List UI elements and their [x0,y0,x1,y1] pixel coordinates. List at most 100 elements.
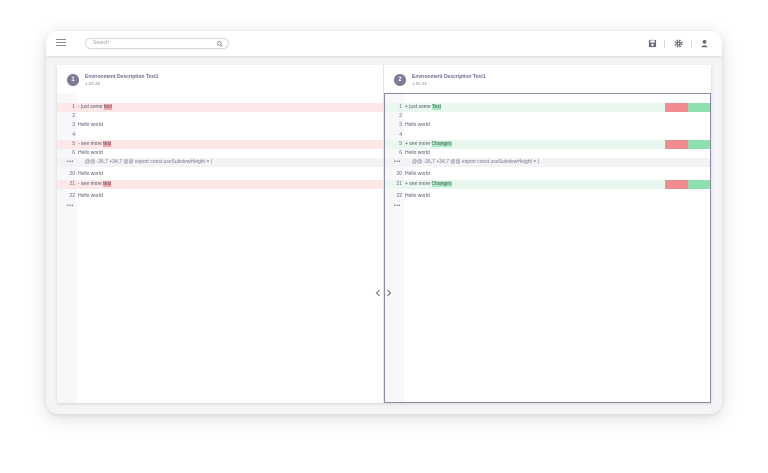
change-marker-added [688,140,711,149]
line-number: 2 [72,113,75,119]
ellipsis-icon[interactable]: ••• [67,158,74,167]
ellipsis-icon[interactable]: ••• [394,158,401,167]
diff-line: 6 Hello world [57,149,383,158]
removed-word-highlight: text [103,181,112,187]
hunk-text: @@ -35,7 +34,7 @@ export const useSubvie… [412,159,540,165]
code-text: Hello world [78,193,103,199]
ellipsis-icon[interactable]: ••• [67,202,74,211]
pane-version: 1.00.30 [85,81,101,86]
code-text: - see more [78,181,104,187]
line-code: Hello world [78,192,103,201]
line-code: Hello world [405,149,430,158]
added-word-highlight: Changes [431,181,452,187]
right-diff-pane: 2 Environment Description Test1 1.00.31 … [384,65,711,403]
hunk-text: @@ -35,7 +34,7 @@ export const useSubvie… [85,159,213,165]
line-number: 21 [69,181,75,187]
search-icon[interactable] [217,41,223,47]
diff-line: 4 [57,131,383,140]
diff-line: 22 Hello world [384,192,711,201]
diff-line: 5- see more text [57,140,383,149]
diff-line: 20 Hello world [384,170,711,179]
left-diff-pane: 1 Environment Description Test1 1.00.30 … [57,65,383,403]
diff-line: 6 Hello world [384,149,711,158]
chevron-left-icon[interactable] [375,289,381,297]
diff-line: 1- just some text [57,103,383,112]
pane-number-badge: 2 [394,74,406,86]
diff-line: 3 Hello world [57,121,383,130]
line-number: 4 [399,132,402,138]
diff-line: ••• [384,202,711,211]
line-code: Hello world [78,121,103,130]
code-text: Hello world [78,122,103,128]
line-number: 6 [399,150,402,156]
removed-word-highlight: text [103,104,112,110]
search-input[interactable]: Search [85,38,229,49]
hunk-header: ••• @@ -35,7 +34,7 @@ export const useSub… [384,158,711,167]
added-word-highlight: Changes [431,141,452,147]
toolbar-divider [664,40,665,48]
line-code: + see more Changes [405,180,452,189]
diff-line: 2 [384,112,711,121]
top-toolbar: Search [46,31,722,56]
diff-line: 21- see more text [57,180,383,189]
pane-header: 1 Environment Description Test1 1.00.30 [57,65,383,94]
line-code: Hello world [78,170,103,179]
line-number: 5 [399,141,402,147]
line-code: + see more Changes [405,140,452,149]
line-number: 22 [69,193,75,199]
diff-line: 20 Hello world [57,170,383,179]
line-number: 1 [399,104,402,110]
pane-header: 2 Environment Description Test1 1.00.31 [384,65,711,94]
line-code: - just some text [78,103,112,112]
change-marker-added [688,103,711,112]
change-marker-removed [665,103,688,112]
app-window: Search 1 Environment Description Test1 1… [46,31,722,414]
save-icon[interactable] [648,39,657,48]
search-placeholder: Search [93,40,109,46]
line-code: Hello world [78,149,103,158]
diff-line: 4 [384,131,711,140]
menu-icon[interactable] [56,39,66,47]
code-text: - see more [78,141,104,147]
line-code: Hello world [405,121,430,130]
diff-line: 3 Hello world [384,121,711,130]
pane-version: 1.00.31 [412,81,428,86]
hunk-header: ••• @@ -35,7 +34,7 @@ export const useSub… [57,158,383,167]
line-number: 5 [72,141,75,147]
code-text: + just some [405,104,433,110]
line-number: 22 [396,193,402,199]
change-marker-removed [665,180,688,189]
diff-line: 2 [57,112,383,121]
line-code: + just some Text [405,103,442,112]
line-code: Hello world [405,170,430,179]
added-word-highlight: Text [432,104,442,110]
line-code: - see more text [78,140,112,149]
diff-panel: 1 Environment Description Test1 1.00.30 … [57,65,711,403]
diff-line: ••• [57,202,383,211]
code-text: + see more [405,141,432,147]
code-text: Hello world [78,150,103,156]
line-number: 2 [399,113,402,119]
user-icon[interactable] [700,39,709,48]
line-number: 6 [72,150,75,156]
line-number: 1 [72,104,75,110]
ellipsis-icon[interactable]: ••• [394,202,401,211]
removed-word-highlight: text [103,141,112,147]
code-text: Hello world [405,150,430,156]
code-text: - just some [78,104,104,110]
change-marker-removed [665,140,688,149]
diff-line: 5 + see more Changes [384,140,711,149]
diff-line: 21 + see more Changes [384,180,711,189]
line-number: 20 [69,171,75,177]
line-number: 21 [396,181,402,187]
pane-title: Environment Description Test1 [85,74,159,80]
settings-icon[interactable] [674,39,683,48]
line-code: Hello world [405,192,430,201]
code-text: Hello world [405,193,430,199]
chevron-right-icon[interactable] [386,289,392,297]
line-number: 3 [399,122,402,128]
diff-line: 22 Hello world [57,192,383,201]
line-number: 3 [72,122,75,128]
change-marker-added [688,180,711,189]
code-text: Hello world [405,122,430,128]
